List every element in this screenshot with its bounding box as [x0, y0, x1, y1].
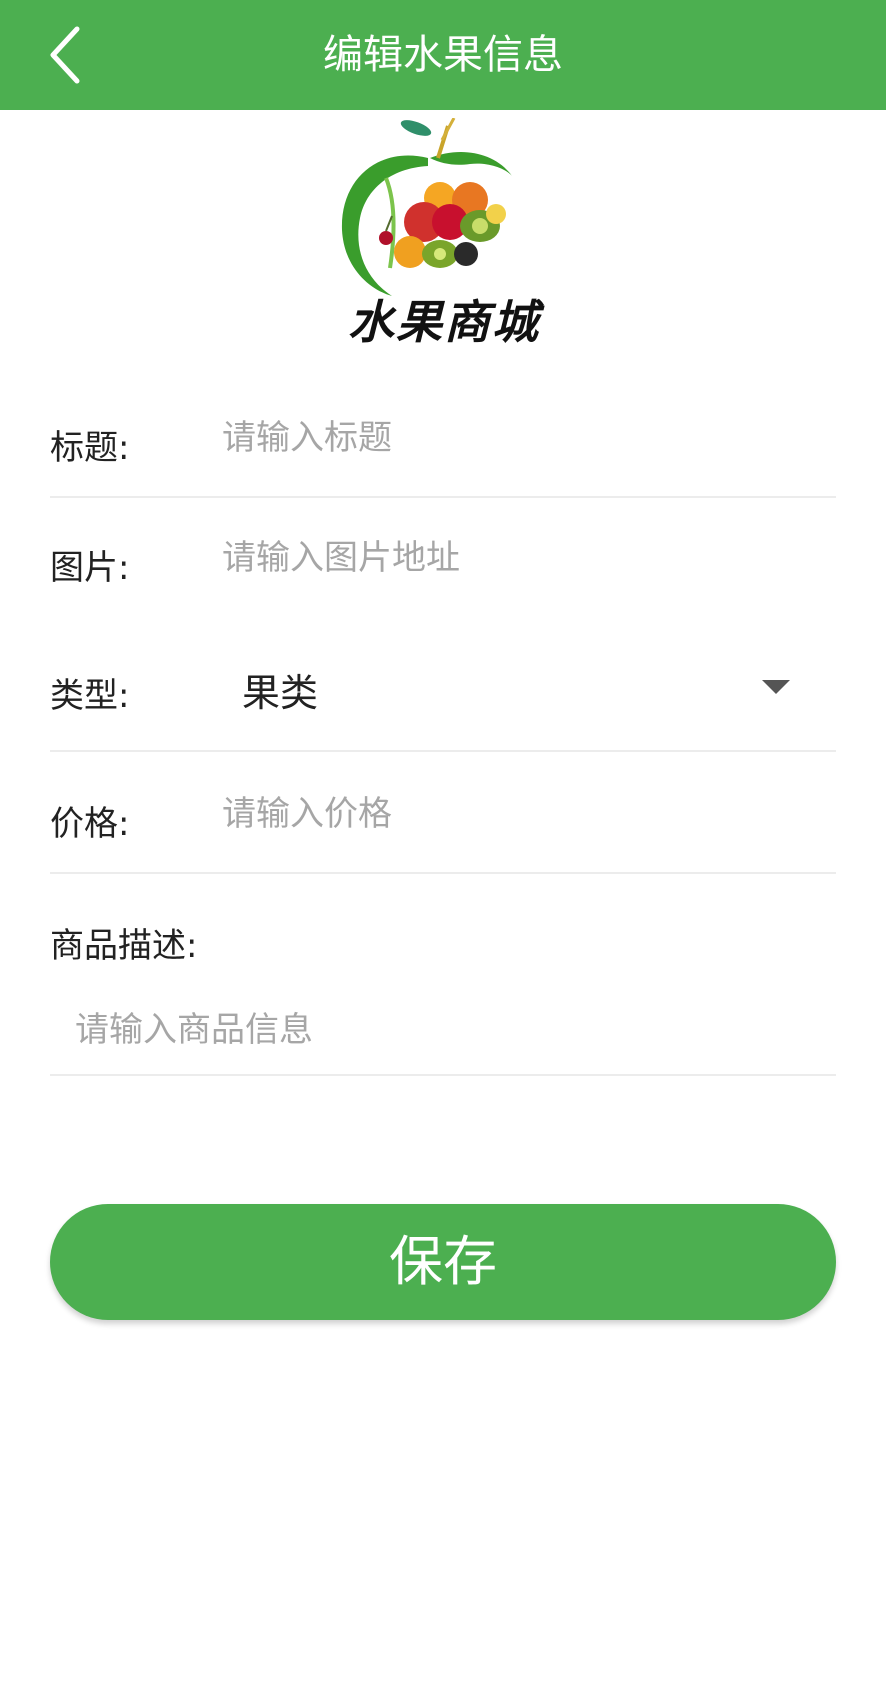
type-label: 类型:	[50, 676, 130, 716]
image-row: 图片:	[50, 530, 836, 590]
dropdown-arrow-icon	[762, 680, 790, 694]
page-title: 编辑水果信息	[323, 32, 563, 78]
description-label: 商品描述:	[50, 926, 198, 966]
divider	[50, 1074, 836, 1076]
title-input[interactable]	[222, 418, 822, 458]
price-row: 价格:	[50, 786, 836, 846]
title-label: 标题:	[50, 428, 130, 468]
app-bar: 编辑水果信息	[0, 0, 886, 110]
fruit-mall-logo: 水果商城	[330, 117, 558, 349]
divider	[50, 496, 836, 498]
price-label: 价格:	[50, 804, 130, 844]
image-url-input[interactable]	[222, 538, 822, 578]
type-row: 类型: 果类	[50, 656, 836, 716]
divider	[50, 750, 836, 752]
title-row: 标题:	[50, 410, 836, 470]
divider	[50, 872, 836, 874]
logo-text: 水果商城	[348, 295, 540, 349]
save-button[interactable]: 保存	[50, 1204, 836, 1320]
type-select[interactable]: 果类	[222, 656, 836, 716]
chevron-left-icon	[50, 26, 80, 84]
price-input[interactable]	[222, 794, 822, 834]
back-button[interactable]	[30, 18, 100, 92]
description-input[interactable]	[75, 1010, 815, 1050]
description-row: 商品描述:	[50, 908, 836, 968]
apple-fruit-logo-icon	[341, 117, 512, 296]
type-select-value: 果类	[242, 671, 319, 715]
edit-fruit-screen: 编辑水果信息 水果商城 标题: 请输入标题 图片: 请输入图片地址 类型: 果类…	[0, 0, 886, 1681]
image-label: 图片:	[50, 548, 130, 588]
